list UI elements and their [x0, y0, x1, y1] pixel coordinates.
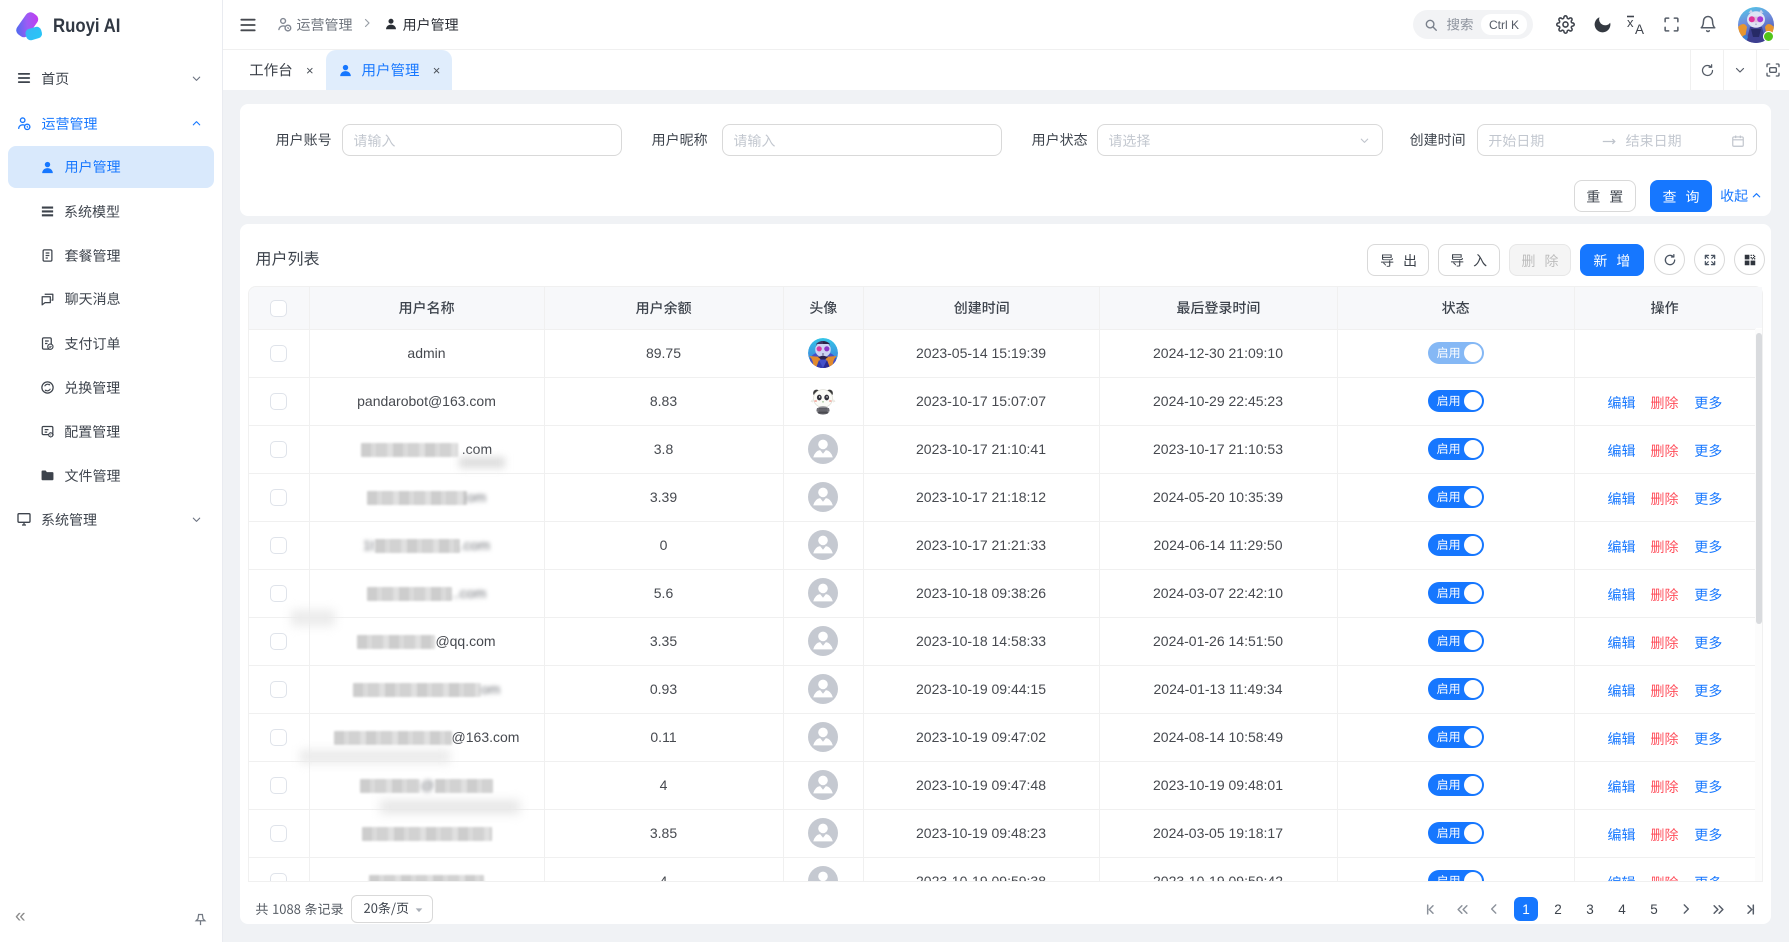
svg-text:A: A — [1635, 22, 1644, 35]
